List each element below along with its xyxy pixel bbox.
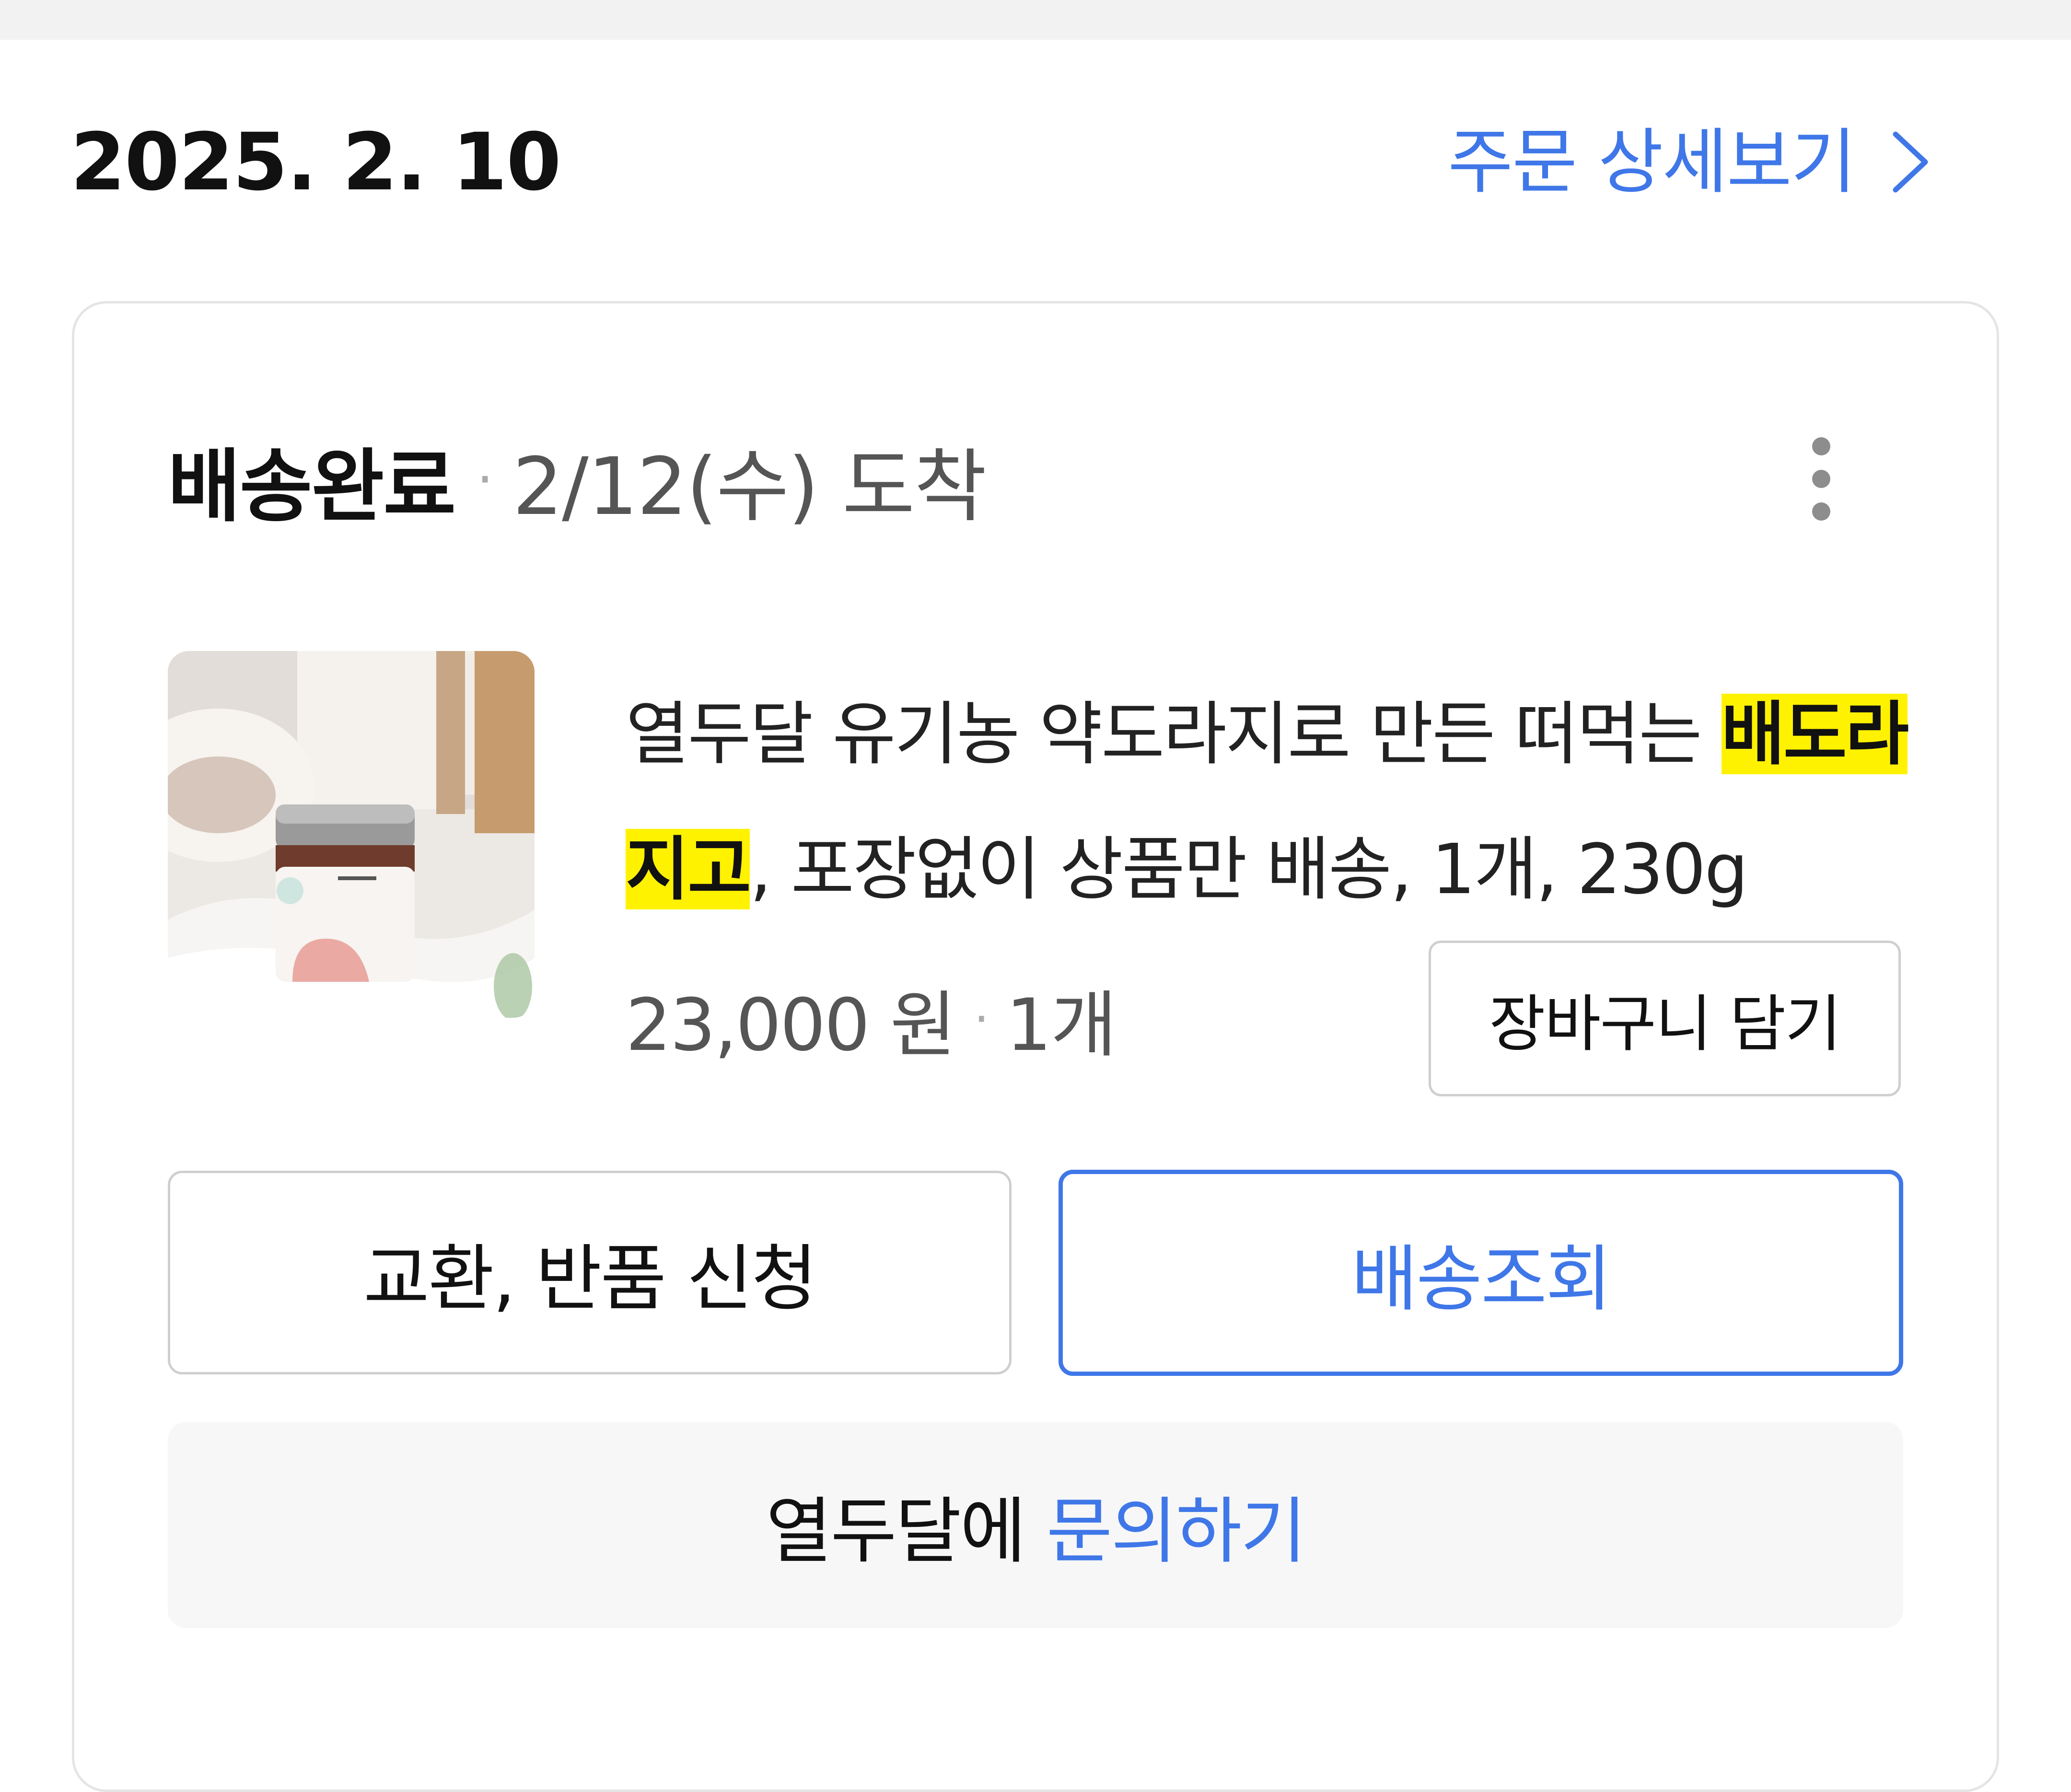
seller-name: 열두달에 [766, 1489, 1026, 1573]
product-title[interactable]: 열두달 유기농 약도라지로 만든 떠먹는 배도라지고, 포장없이 상품만 배송,… [626, 666, 1920, 937]
order-date: 2025. 2. 10 [70, 116, 561, 208]
add-to-cart-button[interactable]: 장바구니 담기 [1429, 941, 1901, 1096]
price-row: 23,000 원 · 1개 [626, 978, 1117, 1067]
track-delivery-button[interactable]: 배송조회 [1059, 1170, 1903, 1376]
seller-inquiry-bar[interactable]: 열두달에 문의하기 [168, 1422, 1903, 1628]
order-detail-link[interactable]: 주문 상세보기 [1448, 119, 1932, 205]
product-jar-image [168, 651, 535, 1018]
product-thumbnail[interactable] [168, 651, 535, 1018]
status-separator: · [477, 449, 494, 510]
product-price: 23,000 원 [626, 983, 956, 1067]
order-detail-label: 주문 상세보기 [1448, 121, 1856, 203]
arrival-date: 2/12(수) 도착 [512, 440, 987, 533]
price-separator: · [974, 990, 989, 1047]
more-options-button[interactable] [1803, 431, 1843, 527]
exchange-return-button[interactable]: 교환, 반품 신청 [168, 1171, 1012, 1374]
delivery-status: 배송완료 [168, 440, 456, 533]
delivery-status-row: 배송완료 · 2/12(수) 도착 [168, 431, 987, 533]
top-divider-strip [0, 0, 2071, 40]
product-quantity: 1개 [1006, 983, 1117, 1067]
chevron-right-icon [1893, 131, 1928, 193]
inquiry-link[interactable]: 문의하기 [1047, 1473, 1307, 1577]
product-title-prefix: 열두달 유기농 약도라지로 만든 떠먹는 [626, 694, 1722, 774]
product-title-suffix: , 포장없이 상품만 배송, 1개, 230g [749, 829, 1748, 909]
